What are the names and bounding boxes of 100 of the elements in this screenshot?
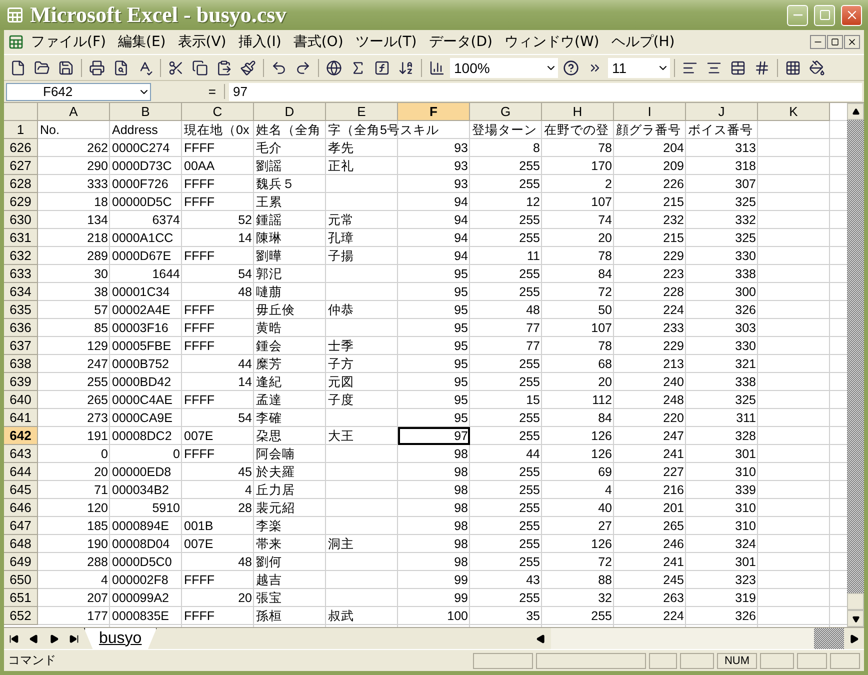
scroll-thumb[interactable] (847, 593, 864, 610)
restore-icon (831, 38, 839, 46)
menu-item[interactable]: 挿入(I) (233, 31, 286, 53)
column-header[interactable]: E (326, 103, 398, 121)
menu-item[interactable]: データ(D) (424, 31, 498, 53)
table-cell-text: 232 (662, 212, 685, 229)
column-header[interactable]: J (686, 103, 758, 121)
row-header[interactable]: 633 (4, 265, 38, 283)
row-header[interactable]: 632 (4, 247, 38, 265)
horizontal-scrollbar[interactable] (531, 628, 864, 649)
row-header[interactable]: 628 (4, 175, 38, 193)
row-header[interactable]: 627 (4, 157, 38, 175)
column-header[interactable]: G (470, 103, 542, 121)
menu-item[interactable]: ファイル(F) (26, 31, 111, 53)
row-header[interactable]: 637 (4, 337, 38, 355)
zoom-dropdown[interactable]: 100% (450, 58, 558, 78)
menu-item[interactable]: ツール(T) (350, 31, 422, 53)
column-header[interactable]: I (614, 103, 686, 121)
table-cell-text: 310 (734, 518, 757, 535)
row-header[interactable]: 651 (4, 589, 38, 607)
column-header[interactable]: F (398, 103, 470, 121)
table-cell-text: FFFF (183, 338, 216, 355)
row-header[interactable]: 645 (4, 481, 38, 499)
menu-item[interactable]: 表示(V) (172, 31, 232, 53)
status-panel (649, 652, 677, 668)
row-header[interactable]: 650 (4, 571, 38, 589)
column-header[interactable]: C (182, 103, 254, 121)
row-header[interactable]: 652 (4, 607, 38, 625)
scroll-thumb[interactable] (814, 628, 844, 649)
down-triangle-icon (852, 614, 860, 622)
table-cell-text: 11 (526, 248, 541, 265)
table-cell-text: 255 (518, 482, 541, 499)
table-cell-text: 12 (525, 194, 541, 211)
table-cell-text: 77 (525, 338, 541, 355)
name-box[interactable]: F642 (6, 82, 151, 100)
formula-input-field[interactable]: 97 (229, 82, 862, 100)
row-header[interactable]: 643 (4, 445, 38, 463)
table-cell-text: 170 (590, 158, 613, 175)
row-header[interactable]: 641 (4, 409, 38, 427)
sheet-tab[interactable]: busyo (84, 628, 157, 649)
table-cell-text: 000099A2 (111, 590, 170, 607)
menu-item[interactable]: ヘルプ(H) (606, 31, 680, 53)
table-cell-text: 95 (453, 320, 469, 337)
scroll-right-button[interactable] (844, 628, 864, 649)
last-icon (69, 634, 79, 644)
row-header[interactable]: 649 (4, 553, 38, 571)
table-cell-text: 94 (453, 230, 469, 247)
column-header[interactable]: D (254, 103, 326, 121)
font-size-dropdown[interactable]: 11 (608, 58, 670, 78)
table-cell-text: 4 (244, 482, 253, 499)
scroll-up-button[interactable] (847, 103, 864, 120)
row-header[interactable]: 640 (4, 391, 38, 409)
merge-cells-icon (730, 60, 746, 76)
menu-item[interactable]: 書式(O) (288, 31, 348, 53)
vertical-scrollbar[interactable] (847, 103, 864, 627)
table-cell-text: 98 (453, 482, 469, 499)
scroll-down-button[interactable] (847, 610, 864, 627)
row-header[interactable]: 634 (4, 283, 38, 301)
menu-item[interactable]: ウィンドウ(W) (500, 31, 604, 53)
table-cell-text: 35 (525, 608, 541, 625)
redo-icon (295, 60, 311, 76)
restore-button[interactable] (827, 35, 843, 49)
row-header[interactable]: 636 (4, 319, 38, 337)
row-header[interactable]: 646 (4, 499, 38, 517)
table-cell-text: 126 (590, 536, 613, 553)
row-header[interactable]: 648 (4, 535, 38, 553)
table-cell-text: 4 (100, 572, 109, 589)
minimize-button[interactable] (810, 35, 826, 49)
scroll-left-button[interactable] (531, 628, 551, 649)
row-header[interactable]: 1 (4, 121, 38, 139)
column-header[interactable]: K (758, 103, 830, 121)
table-cell-text: 20 (597, 230, 613, 247)
table-cell-text: 孫桓 (255, 608, 283, 624)
row-header[interactable]: 642 (4, 427, 38, 445)
table-cell-text: 255 (518, 428, 541, 445)
table-cell-text: 0000BD42 (111, 374, 172, 391)
status-panel (473, 652, 533, 668)
column-header[interactable]: H (542, 103, 614, 121)
row-header[interactable]: 647 (4, 517, 38, 535)
table-cell-text: 0 (172, 446, 181, 463)
close-button[interactable] (844, 35, 860, 49)
column-header[interactable]: A (38, 103, 110, 121)
table-cell-text: 93 (453, 176, 469, 193)
table-cell-text: 246 (662, 536, 685, 553)
row-header[interactable]: 635 (4, 301, 38, 319)
column-header[interactable]: B (110, 103, 182, 121)
table-cell-text: 201 (662, 500, 685, 517)
spreadsheet-icon (6, 6, 24, 24)
table-cell-text: 子方 (327, 356, 355, 372)
help-icon (563, 60, 579, 76)
row-header[interactable]: 630 (4, 211, 38, 229)
row-header[interactable]: 629 (4, 193, 38, 211)
row-header[interactable]: 631 (4, 229, 38, 247)
row-header[interactable]: 639 (4, 373, 38, 391)
table-cell-text: 張宝 (255, 590, 283, 606)
menu-item[interactable]: 編集(E) (112, 31, 171, 53)
row-header[interactable]: 644 (4, 463, 38, 481)
row-header[interactable]: 638 (4, 355, 38, 373)
table-cell-text: 0000D5C0 (111, 554, 173, 571)
row-header[interactable]: 626 (4, 139, 38, 157)
